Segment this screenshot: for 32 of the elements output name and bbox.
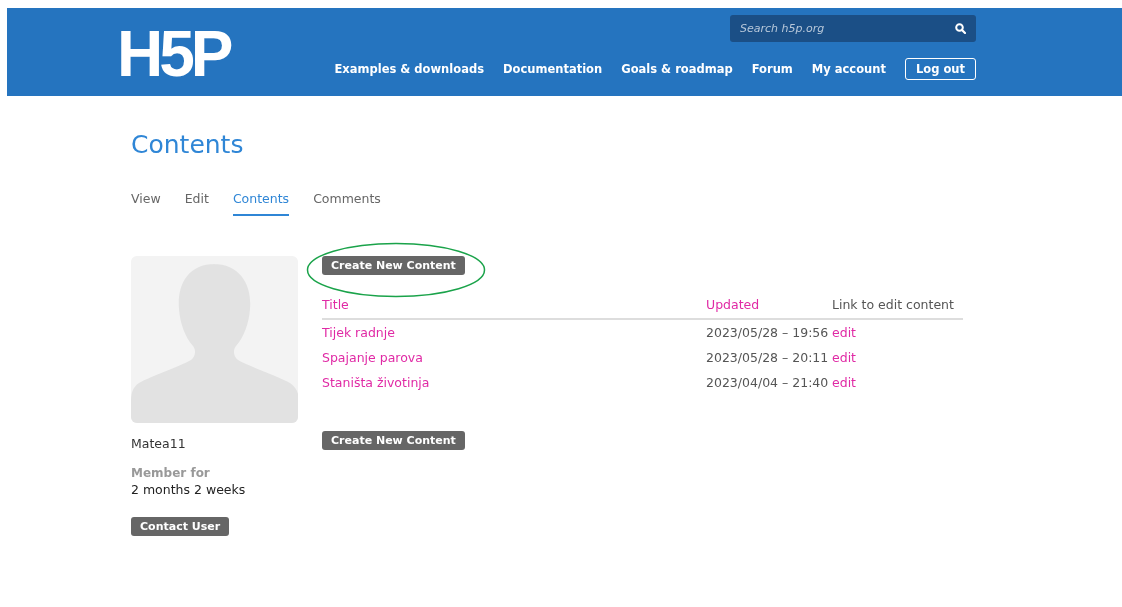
nav-link[interactable]: Goals & roadmap [621,62,733,76]
column-header: Link to edit content [832,293,963,319]
edit-link[interactable]: edit [832,350,856,365]
search-field[interactable]: Search h5p.org [730,15,976,42]
edit-link[interactable]: edit [832,325,856,340]
nav-link[interactable]: Forum [751,62,793,76]
updated-date: 2023/05/28 – 20:11 [706,350,829,365]
contact-user-button[interactable]: Contact User [131,517,230,536]
member-duration: 2 months 2 weeks [131,482,247,497]
create-content-button[interactable]: Create New Content [322,431,465,450]
nav-link[interactable]: Documentation [503,62,603,76]
edit-link[interactable]: edit [832,375,856,390]
content-title-link[interactable]: Spajanje parova [322,350,423,365]
tab[interactable]: Edit [184,191,209,216]
content-title-link[interactable]: Staništa životinja [322,375,430,390]
site-logo[interactable]: H5P [117,22,230,80]
content-title-link[interactable]: Tijek radnje [322,325,395,340]
username: Matea11 [131,436,187,451]
search-icon[interactable] [955,23,966,34]
member-label: Member for [131,466,211,480]
updated-date: 2023/05/28 – 19:56 [706,325,829,340]
logout-button[interactable]: Log out [904,58,976,80]
updated-date: 2023/04/04 – 21:40 [706,375,829,390]
tab[interactable]: View [131,191,161,216]
nav-link[interactable]: My account [811,62,886,76]
nav-link[interactable]: Examples & downloads [334,62,484,76]
tab[interactable]: Comments [313,191,381,216]
column-header[interactable]: Title [322,293,706,319]
page-title: Contents [131,130,245,159]
create-content-button[interactable]: Create New Content [322,256,465,275]
tab[interactable]: Contents [232,191,290,216]
column-header[interactable]: Updated [706,293,832,319]
